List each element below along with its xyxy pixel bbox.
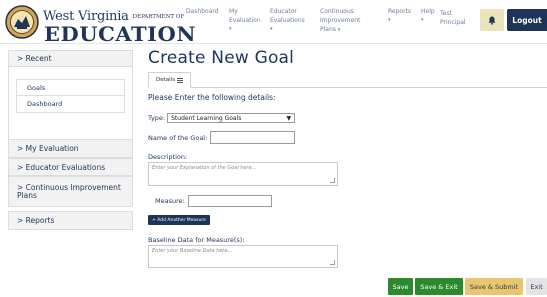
sidebar: > Recent Goals Dashboard > My Evaluation… (8, 50, 133, 230)
save-and-exit-button[interactable]: Save & Exit (415, 278, 463, 295)
tab-bar: Details (148, 72, 547, 88)
type-row: Type: Student Learning Goals ▼ (148, 113, 296, 123)
save-and-submit-button[interactable]: Save & Submit (465, 278, 523, 295)
logout-button[interactable]: Logout (507, 9, 547, 31)
wv-education-logo[interactable]: West Virginia DEPARTMENT OF EDUCATION (3, 3, 196, 46)
recent-link-dashboard[interactable]: Dashboard (16, 96, 125, 113)
measure-input[interactable] (187, 195, 272, 207)
recent-link-goals[interactable]: Goals (16, 79, 125, 96)
nav-my-evaluation[interactable]: My Evaluation ▾ (229, 7, 265, 34)
description-label: Description: (148, 153, 188, 161)
dropdown-arrow-icon: ▼ (286, 114, 292, 122)
goal-name-row: Name of the Goal: (148, 131, 296, 144)
measure-row: Measure: (155, 195, 272, 207)
nav-help[interactable]: Help ▾ (421, 7, 435, 25)
save-button[interactable]: Save (388, 278, 413, 295)
state-seal-icon (5, 5, 39, 39)
bell-icon (488, 16, 496, 25)
baseline-label: Baseline Data for Measure(s): (148, 236, 245, 244)
add-another-measure-button[interactable]: + Add Another Measure (148, 215, 210, 225)
sidebar-item-educator-evaluations[interactable]: > Educator Evaluations (8, 158, 133, 176)
nav-dashboard[interactable]: Dashboard (186, 7, 219, 16)
sidebar-item-continuous-improvement-plans[interactable]: > Continuous Improvement Plans (8, 176, 133, 207)
chevron-down-icon: ▾ (388, 17, 391, 23)
sidebar-item-recent[interactable]: > Recent (8, 50, 133, 67)
nav-educator-evaluations[interactable]: Educator Evaluations ▾ (270, 7, 312, 34)
exit-button[interactable]: Exit (526, 278, 547, 295)
goal-name-input[interactable] (210, 131, 296, 144)
list-icon (177, 77, 184, 83)
notifications-button[interactable] (480, 9, 504, 31)
resize-handle-icon[interactable] (330, 260, 335, 265)
main-content: Create New Goal Details Please Enter the… (148, 48, 547, 107)
top-header: West Virginia DEPARTMENT OF EDUCATION Da… (0, 0, 547, 46)
type-select[interactable]: Student Learning Goals ▼ (167, 113, 296, 123)
nav-continuous-improvement-plans[interactable]: Continuous Improvement Plans ▾ (320, 7, 370, 35)
form-instructions: Please Enter the following details: (148, 93, 276, 102)
description-textarea[interactable]: Enter your Explanation of the Goal here.… (148, 162, 338, 186)
sidebar-item-my-evaluation[interactable]: > My Evaluation (8, 139, 133, 158)
chevron-down-icon: ▾ (337, 27, 341, 33)
sidebar-recent-panel: Goals Dashboard (8, 67, 133, 139)
chevron-down-icon: ▾ (421, 17, 424, 23)
goal-name-label: Name of the Goal: (148, 133, 208, 142)
tab-details[interactable]: Details (148, 72, 192, 88)
measure-label: Measure: (155, 197, 185, 205)
sidebar-item-reports[interactable]: > Reports (8, 211, 133, 230)
nav-reports[interactable]: Reports ▾ (388, 7, 411, 25)
chevron-down-icon: ▾ (229, 26, 232, 32)
type-label: Type: (148, 114, 166, 122)
page-title: Create New Goal (148, 48, 295, 68)
user-name[interactable]: Test Principal (440, 9, 474, 27)
resize-handle-icon[interactable] (330, 178, 335, 183)
chevron-down-icon: ▾ (270, 26, 273, 32)
logo-education: EDUCATION (44, 22, 197, 46)
baseline-textarea[interactable]: Enter your Baseline Data here... (148, 245, 338, 268)
